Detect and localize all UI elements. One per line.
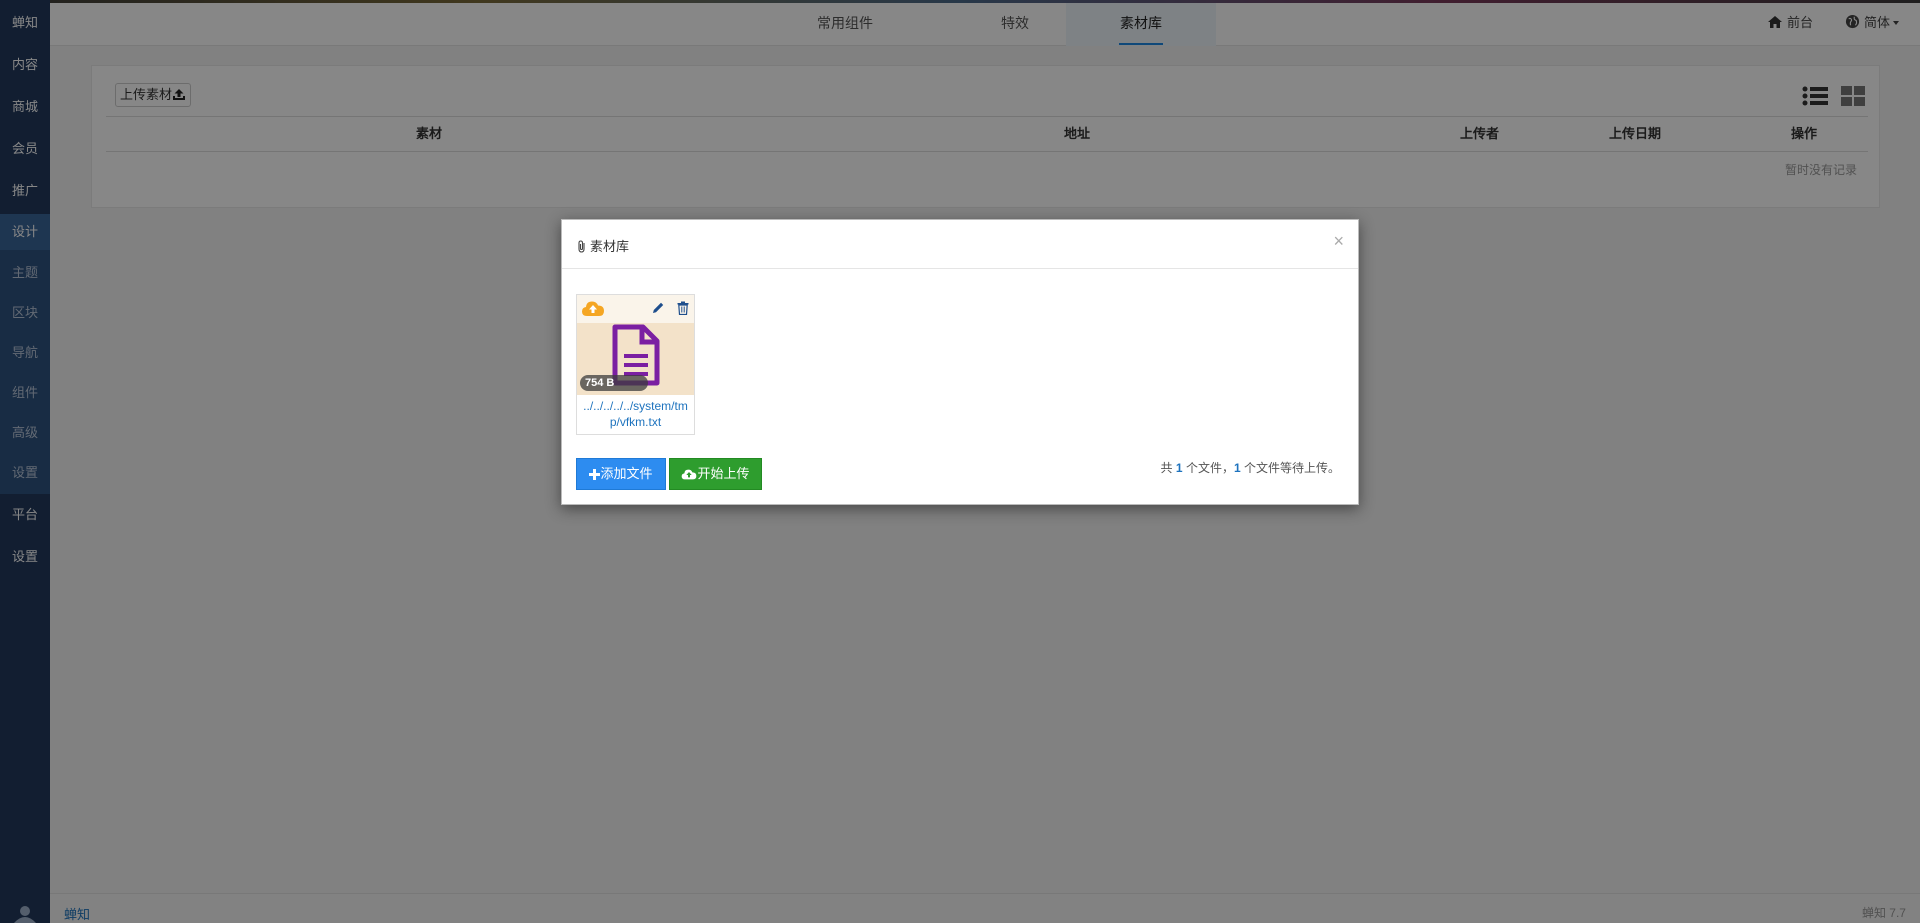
- file-name-link[interactable]: ../../../../../system/tmp/vfkm.txt: [577, 398, 694, 430]
- dialog-title-text: 素材库: [590, 239, 630, 254]
- material-library-dialog: 素材库 × 754 B ../../../../../system/tmp/vf…: [561, 219, 1359, 505]
- dialog-title: 素材库: [576, 236, 629, 255]
- cloud-upload-white-icon: [682, 469, 697, 480]
- summary-middle: 个文件，: [1185, 461, 1234, 475]
- summary-total-count: 1: [1175, 461, 1183, 475]
- file-size-badge: 754 B: [580, 375, 649, 391]
- close-dialog-button[interactable]: ×: [1333, 232, 1344, 250]
- file-card-toolbar: [577, 295, 694, 323]
- paperclip-icon: [578, 240, 585, 253]
- summary-prefix: 共: [1160, 461, 1173, 475]
- file-preview: 754 B: [577, 323, 694, 395]
- dialog-header: 素材库 ×: [562, 220, 1358, 269]
- plus-icon: [589, 469, 601, 480]
- summary-pending-count: 1: [1233, 461, 1241, 475]
- summary-suffix: 个文件等待上传。: [1243, 461, 1340, 475]
- start-upload-button[interactable]: 开始上传: [669, 458, 762, 490]
- edit-pencil-icon[interactable]: [651, 301, 665, 318]
- trash-icon[interactable]: [677, 301, 689, 318]
- add-file-label: 添加文件: [600, 466, 653, 481]
- cloud-upload-icon: [581, 299, 605, 320]
- upload-summary: 共 1 个文件，1 个文件等待上传。: [1161, 460, 1340, 476]
- start-upload-label: 开始上传: [697, 466, 750, 481]
- file-card: 754 B ../../../../../system/tmp/vfkm.txt: [576, 294, 695, 435]
- add-file-button[interactable]: 添加文件: [576, 458, 666, 490]
